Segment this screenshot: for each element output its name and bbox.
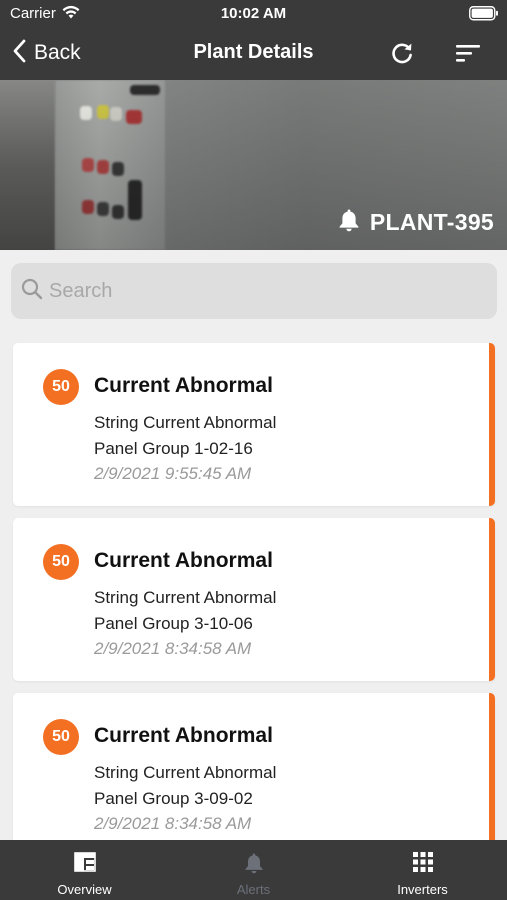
severity-stripe — [489, 343, 495, 506]
battery-icon — [469, 6, 499, 26]
severity-stripe — [489, 693, 495, 840]
refresh-button[interactable] — [389, 40, 415, 71]
plant-id-label: PLANT-395 — [369, 209, 494, 235]
search-bar[interactable] — [11, 263, 497, 319]
tab-overview[interactable]: Overview — [0, 840, 169, 900]
bell-icon — [244, 852, 264, 879]
alert-location: Panel Group 1-02-16 — [94, 439, 253, 458]
dashboard-icon — [73, 852, 96, 877]
alert-location: Panel Group 3-10-06 — [94, 614, 253, 633]
sort-button[interactable] — [455, 42, 481, 69]
alert-card[interactable]: 50 Current Abnormal String Current Abnor… — [13, 343, 495, 506]
tab-label: Inverters — [397, 882, 448, 897]
alert-timestamp: 2/9/2021 9:55:45 AM — [94, 464, 252, 483]
back-button[interactable]: Back — [12, 38, 81, 68]
alert-title: Current Abnormal — [94, 549, 273, 572]
back-label: Back — [34, 41, 81, 64]
tab-label: Alerts — [236, 882, 271, 897]
bell-icon — [338, 208, 360, 237]
alert-timestamp: 2/9/2021 8:34:58 AM — [94, 814, 252, 833]
alert-timestamp: 2/9/2021 8:34:58 AM — [94, 639, 252, 658]
grid-icon — [412, 852, 433, 877]
severity-stripe — [489, 518, 495, 681]
tab-label: Overview — [57, 882, 112, 897]
alert-title: Current Abnormal — [94, 374, 273, 397]
plant-id-badge: PLANT-395 — [338, 208, 494, 237]
search-input[interactable] — [49, 279, 469, 303]
alert-description: String Current Abnormal — [94, 413, 277, 432]
navigation-bar: Back Plant Details — [0, 28, 507, 80]
chevron-left-icon — [12, 39, 26, 68]
alert-card[interactable]: 50 Current Abnormal String Current Abnor… — [13, 518, 495, 681]
severity-badge: 50 — [43, 369, 79, 405]
refresh-icon — [389, 43, 415, 70]
sort-icon — [455, 45, 481, 68]
severity-badge: 50 — [43, 544, 79, 580]
alert-title: Current Abnormal — [94, 724, 273, 747]
tab-inverters[interactable]: Inverters — [338, 840, 507, 900]
alert-description: String Current Abnormal — [94, 588, 277, 607]
alert-list: 50 Current Abnormal String Current Abnor… — [0, 332, 507, 840]
alert-description: String Current Abnormal — [94, 763, 277, 782]
search-container — [0, 250, 507, 332]
severity-badge: 50 — [43, 719, 79, 755]
alert-card[interactable]: 50 Current Abnormal String Current Abnor… — [13, 693, 495, 840]
alert-location: Panel Group 3-09-02 — [94, 789, 253, 808]
clock-label: 10:02 AM — [220, 5, 287, 22]
tab-bar: Overview Alerts Inverters — [0, 840, 507, 900]
status-bar: Carrier 10:02 AM — [0, 0, 507, 28]
search-icon — [21, 278, 43, 305]
tab-alerts[interactable]: Alerts — [169, 840, 338, 900]
